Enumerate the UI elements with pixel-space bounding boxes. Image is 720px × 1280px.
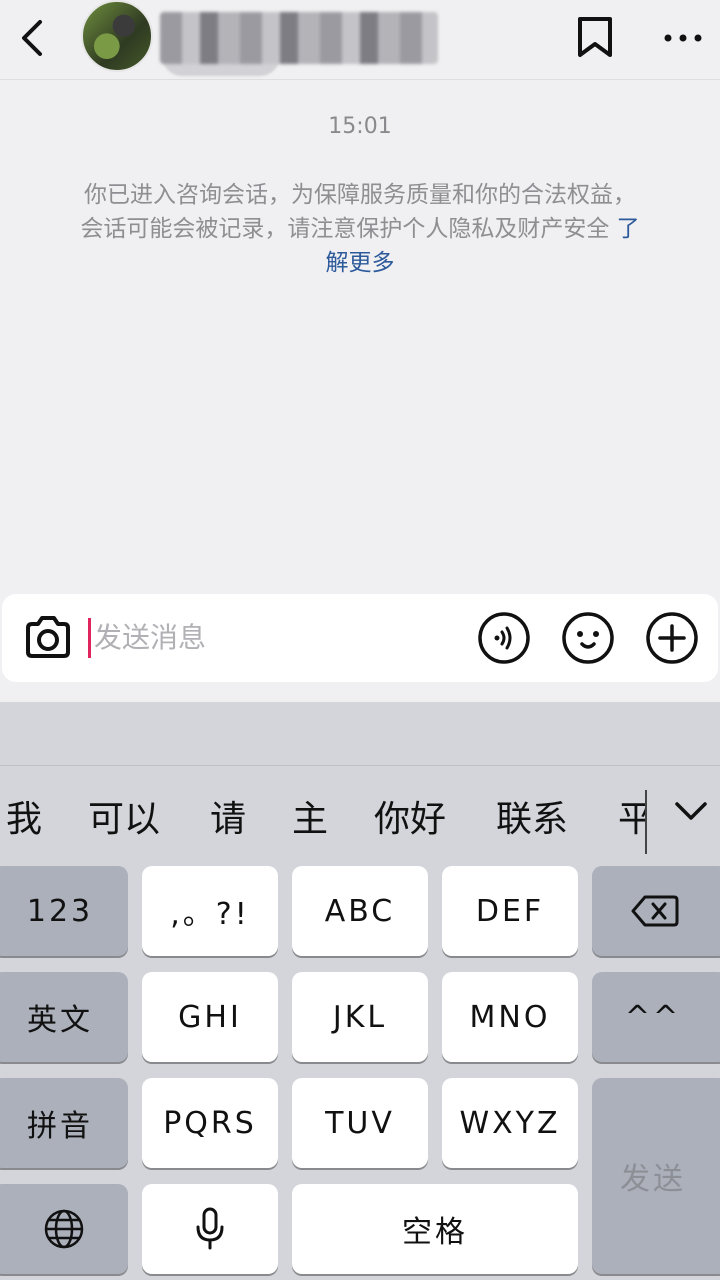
backspace-key[interactable] [592,866,720,956]
pinyin-key[interactable]: 拼音 [0,1078,128,1168]
chevron-down-icon [675,802,707,820]
chevron-left-icon [22,20,42,56]
candidate-divider [645,790,647,854]
key-label: WXYZ [459,1105,561,1141]
more-actions-button[interactable] [644,610,700,666]
key-label: 英文 [27,1003,93,1038]
jkl-key[interactable]: JKL [292,972,428,1062]
numbers-key[interactable]: 123 [0,866,128,956]
key-label: TUV [325,1105,395,1141]
def-key[interactable]: DEF [442,866,578,956]
candidate-bar: 我 可以 请 主 你好 联系 平 [0,788,720,854]
key-label: JKL [332,999,388,1035]
english-key[interactable]: 英文 [0,972,128,1062]
message-input[interactable] [94,612,454,662]
space-key[interactable]: 空格 [292,1184,578,1274]
plus-icon [646,612,698,664]
key-label: 123 [26,893,94,929]
camera-icon [26,616,70,658]
key-label: MNO [469,999,551,1035]
candidate-word[interactable]: 主 [292,788,328,852]
candidate-word[interactable]: 可以 [88,788,160,852]
text-caret [88,618,91,658]
more-icon [664,34,702,42]
send-key[interactable]: 发送 [592,1078,720,1274]
candidate-word[interactable]: 你好 [374,788,446,852]
key-label: 拼音 [27,1109,93,1144]
wxyz-key[interactable]: WXYZ [442,1078,578,1168]
keyboard-separator [0,765,720,766]
pinyin-keyboard: 我 可以 请 主 你好 联系 平 123 ,。?! ABC DEF 英文 GHI… [0,702,720,1280]
privacy-notice: 你已进入咨询会话，为保障服务质量和你的合法权益，会话可能会被记录，请注意保护个人… [78,178,642,280]
chat-header [0,0,720,80]
candidate-word[interactable]: 我 [6,788,42,852]
emoji-icon [562,612,614,664]
abc-key[interactable]: ABC [292,866,428,956]
tuv-key[interactable]: TUV [292,1078,428,1168]
bookmark-button[interactable] [572,14,618,60]
microphone-icon [196,1207,224,1250]
privacy-notice-text: 你已进入咨询会话，为保障服务质量和你的合法权益，会话可能会被记录，请注意保护个人… [80,182,636,242]
message-input-bar [2,594,718,682]
emoji-button[interactable] [560,610,616,666]
key-label: 发送 [620,1162,686,1197]
key-label: PQRS [163,1105,257,1141]
key-label: 空格 [402,1215,468,1250]
emoticon-key[interactable]: ^^ [592,972,720,1062]
avatar[interactable] [81,0,153,72]
voice-button[interactable] [476,610,532,666]
expand-candidates-button[interactable] [668,792,714,832]
bookmark-icon [578,17,612,57]
microphone-key[interactable] [142,1184,278,1274]
key-label: ,。?! [170,897,250,932]
key-label: ABC [324,893,396,929]
punctuation-key[interactable]: ,。?! [142,866,278,956]
camera-button[interactable] [20,610,76,666]
key-label: GHI [178,999,242,1035]
candidate-word[interactable]: 联系 [496,788,568,852]
more-button[interactable] [658,20,708,56]
back-button[interactable] [14,14,54,62]
globe-key[interactable] [0,1184,128,1274]
key-label: DEF [475,893,545,929]
message-timestamp: 15:01 [328,114,392,139]
mno-key[interactable]: MNO [442,972,578,1062]
voice-icon [478,612,530,664]
contact-name[interactable] [160,12,438,64]
backspace-icon [631,895,679,927]
pqrs-key[interactable]: PQRS [142,1078,278,1168]
candidate-word[interactable]: 请 [210,788,246,852]
globe-icon [44,1209,84,1249]
key-label: ^^ [624,999,682,1035]
candidate-word[interactable]: 平 [618,788,646,852]
ghi-key[interactable]: GHI [142,972,278,1062]
